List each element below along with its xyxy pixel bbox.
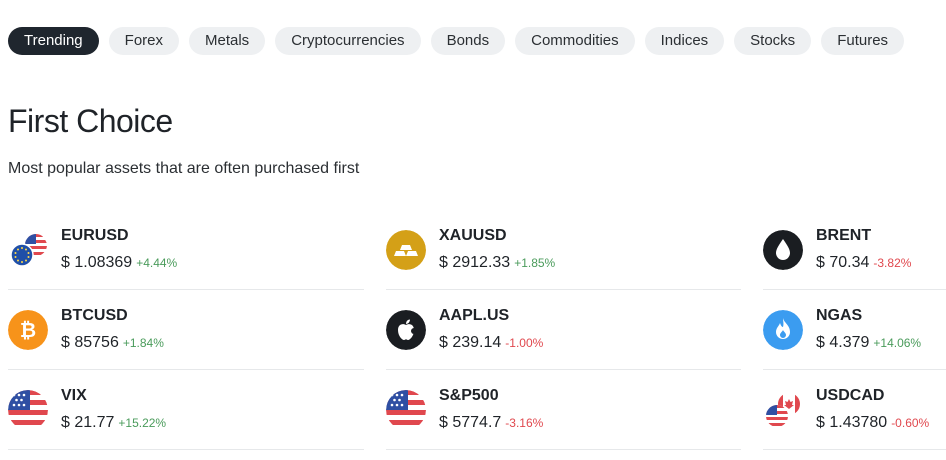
asset-change: +1.85% (514, 256, 556, 270)
asset-price: $ 4.379 (816, 334, 870, 351)
asset-quote: $ 21.77 +15.22% (61, 414, 166, 432)
apple-icon (386, 310, 426, 350)
asset-quote: $ 1.08369 +4.44% (61, 254, 177, 272)
svg-text:₿: ₿ (20, 318, 36, 342)
asset-price: $ 70.34 (816, 254, 870, 271)
bitcoin-icon: ₿ (8, 310, 48, 350)
asset-quote: $ 239.14 -1.00% (439, 334, 543, 352)
asset-quote: $ 5774.7 -3.16% (439, 414, 543, 432)
asset-card-sp500[interactable]: S&P500 $ 5774.7 -3.16% (386, 370, 741, 450)
category-tabs: Trending Forex Metals Cryptocurrencies B… (8, 27, 905, 55)
tab-indices[interactable]: Indices (644, 27, 725, 55)
asset-quote: $ 85756 +1.84% (61, 334, 164, 352)
tab-cryptocurrencies[interactable]: Cryptocurrencies (275, 27, 421, 55)
gold-bars-icon (386, 230, 426, 270)
asset-change: -1.00% (505, 336, 544, 350)
tab-metals[interactable]: Metals (189, 27, 266, 55)
asset-price: $ 1.43780 (816, 414, 888, 431)
asset-change: +15.22% (118, 416, 167, 430)
asset-quote: $ 70.34 -3.82% (816, 254, 911, 272)
tab-futures[interactable]: Futures (821, 27, 905, 55)
asset-change: +4.44% (136, 256, 178, 270)
asset-card-ngas[interactable]: NGAS $ 4.379 +14.06% (763, 290, 946, 370)
asset-price: $ 21.77 (61, 414, 115, 431)
asset-quote: $ 4.379 +14.06% (816, 334, 921, 352)
asset-price: $ 2912.33 (439, 254, 511, 271)
us-flag-icon (386, 390, 426, 430)
asset-symbol: XAUUSD (439, 227, 507, 244)
section-title: First Choice (8, 103, 173, 139)
asset-price: $ 239.14 (439, 334, 502, 351)
asset-change: -0.60% (891, 416, 930, 430)
asset-quote: $ 1.43780 -0.60% (816, 414, 929, 432)
asset-card-usdcad[interactable]: USDCAD $ 1.43780 -0.60% (763, 370, 946, 450)
asset-card-eurusd[interactable]: EURUSD $ 1.08369 +4.44% (8, 210, 364, 290)
asset-card-btcusd[interactable]: ₿ BTCUSD $ 85756 +1.84% (8, 290, 364, 370)
asset-symbol: NGAS (816, 307, 863, 324)
asset-change: +1.84% (122, 336, 164, 350)
asset-symbol: AAPL.US (439, 307, 510, 324)
oil-drop-icon (763, 230, 803, 270)
row-divider (763, 449, 946, 450)
row-divider (386, 449, 741, 450)
asset-change: -3.82% (873, 256, 912, 270)
tab-bonds[interactable]: Bonds (430, 27, 506, 55)
asset-price: $ 85756 (61, 334, 119, 351)
asset-change: -3.16% (505, 416, 544, 430)
row-divider (8, 449, 364, 450)
asset-change: +14.06% (873, 336, 922, 350)
eu-us-flags-icon (8, 230, 48, 270)
asset-card-brent[interactable]: BRENT $ 70.34 -3.82% (763, 210, 946, 290)
asset-symbol: VIX (61, 387, 87, 404)
asset-card-vix[interactable]: VIX $ 21.77 +15.22% (8, 370, 364, 450)
asset-card-aapl[interactable]: AAPL.US $ 239.14 -1.00% (386, 290, 741, 370)
tab-forex[interactable]: Forex (108, 27, 179, 55)
us-ca-flags-icon (763, 390, 803, 430)
flame-icon (763, 310, 803, 350)
asset-card-xauusd[interactable]: XAUUSD $ 2912.33 +1.85% (386, 210, 741, 290)
tab-stocks[interactable]: Stocks (734, 27, 812, 55)
asset-symbol: USDCAD (816, 387, 885, 404)
tab-commodities[interactable]: Commodities (515, 27, 635, 55)
asset-price: $ 1.08369 (61, 254, 133, 271)
asset-symbol: EURUSD (61, 227, 129, 244)
tab-trending[interactable]: Trending (8, 27, 99, 55)
asset-price: $ 5774.7 (439, 414, 502, 431)
asset-quote: $ 2912.33 +1.85% (439, 254, 555, 272)
asset-symbol: S&P500 (439, 387, 499, 404)
asset-symbol: BRENT (816, 227, 872, 244)
asset-symbol: BTCUSD (61, 307, 128, 324)
us-flag-icon (8, 390, 48, 430)
section-subtitle: Most popular assets that are often purch… (8, 160, 360, 177)
